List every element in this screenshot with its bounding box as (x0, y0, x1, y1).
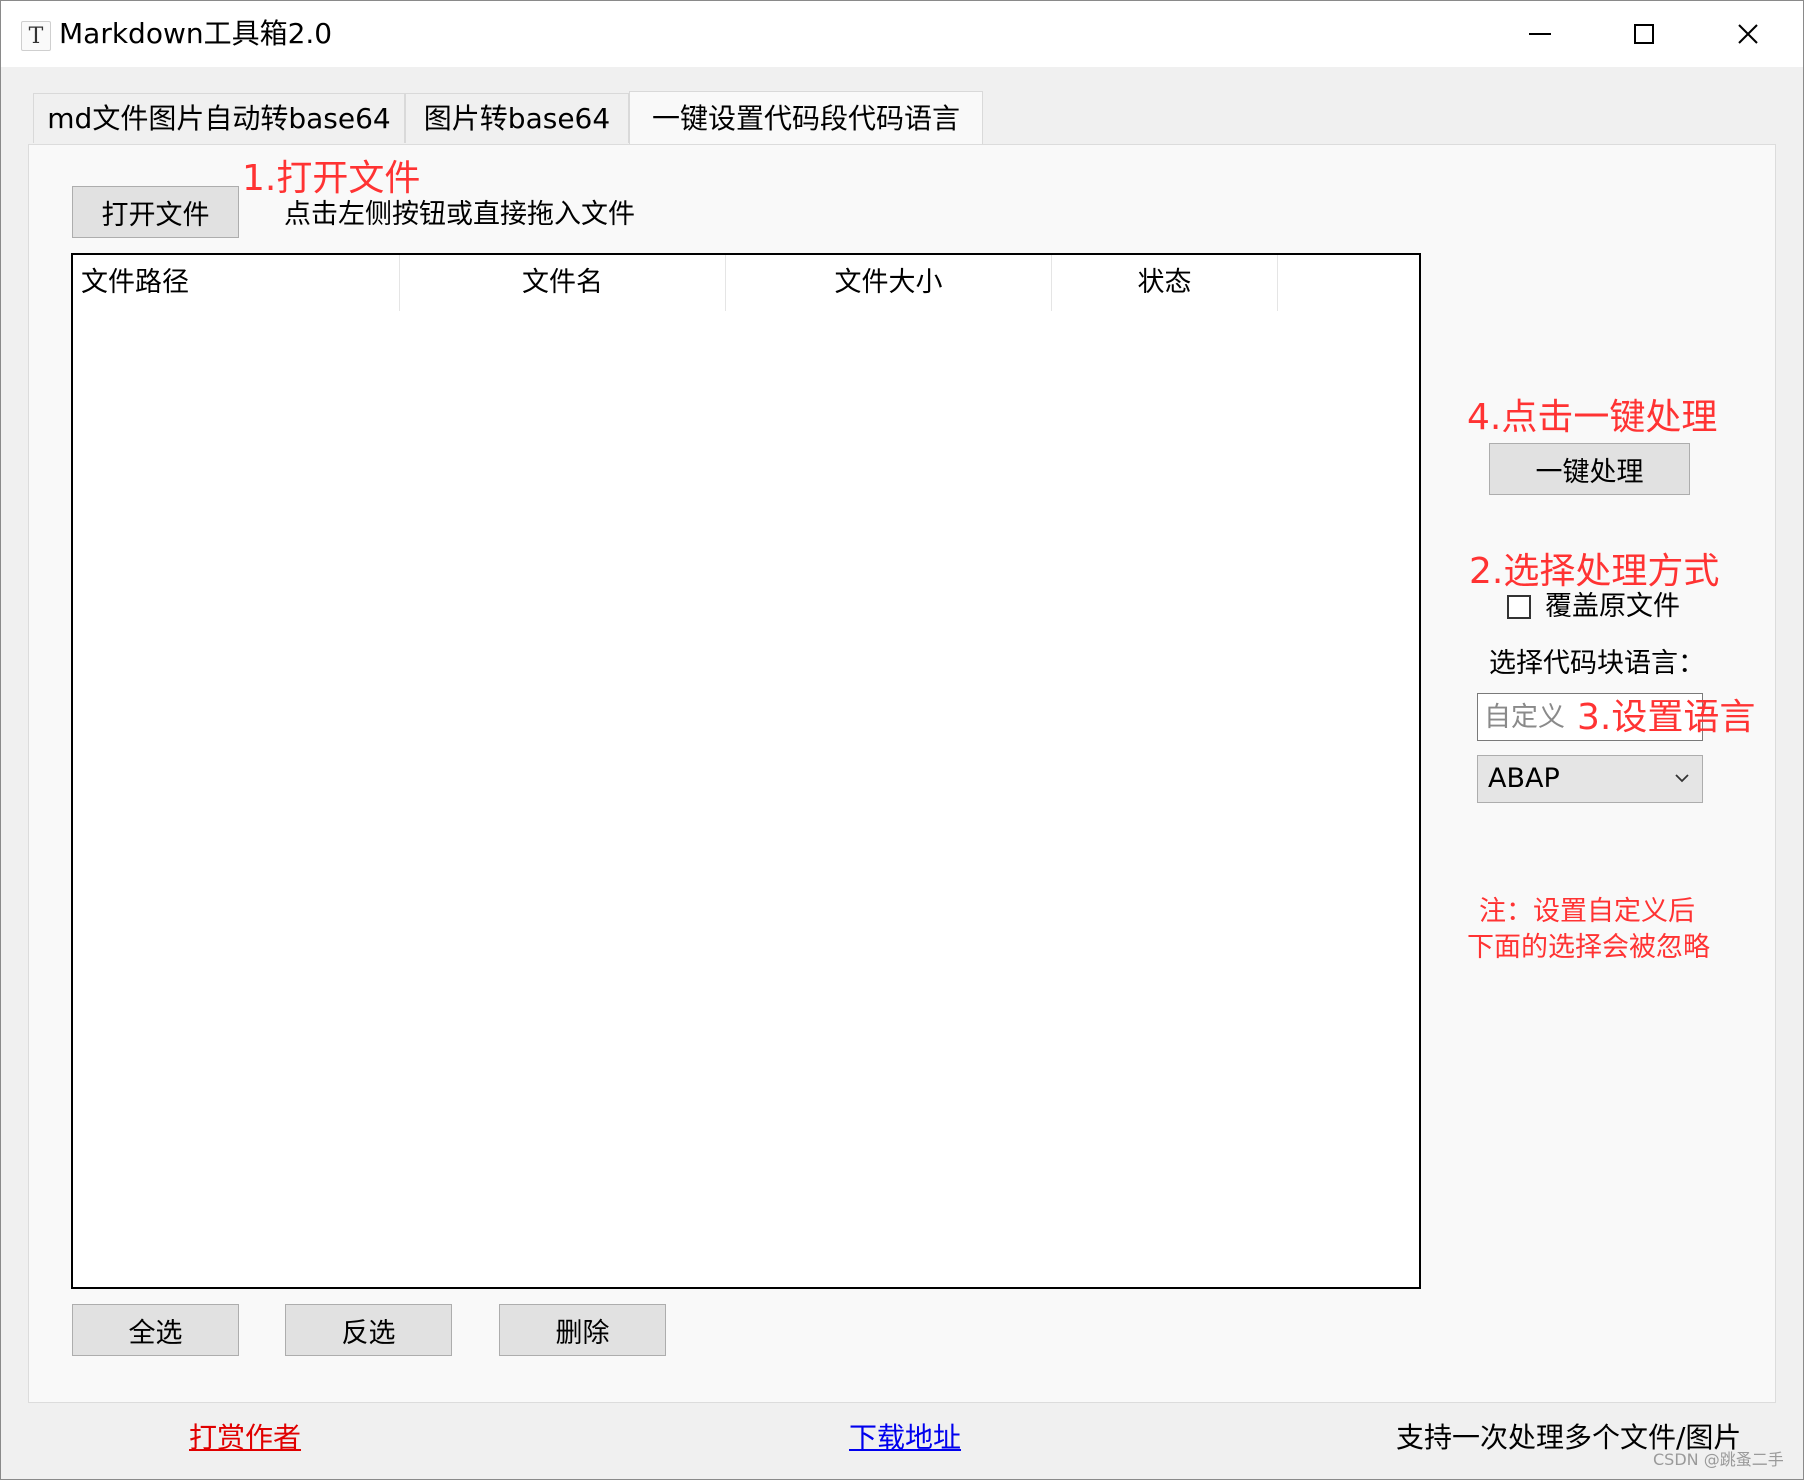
maximize-button[interactable] (1609, 9, 1679, 59)
select-all-button[interactable]: 全选 (72, 1304, 239, 1356)
column-header-name[interactable]: 文件名 (400, 255, 726, 311)
download-link[interactable]: 下载地址 (849, 1419, 961, 1457)
minimize-button[interactable] (1505, 9, 1575, 59)
close-icon (1738, 24, 1758, 44)
column-header-path[interactable]: 文件路径 (73, 255, 400, 311)
language-select[interactable]: ABAP (1477, 755, 1703, 803)
column-header-size[interactable]: 文件大小 (726, 255, 1052, 311)
annotation-step4: 4.点击一键处理 (1467, 397, 1718, 438)
close-button[interactable] (1713, 9, 1783, 59)
annotation-step1: 1.打开文件 (242, 158, 421, 199)
title-bar[interactable]: T Markdown工具箱2.0 (1, 1, 1803, 67)
overwrite-checkbox[interactable] (1507, 595, 1531, 619)
language-label: 选择代码块语言： (1489, 648, 1705, 679)
annotation-note-line2: 下面的选择会被忽略 (1467, 932, 1710, 963)
tab-image-base64[interactable]: 图片转base64 (405, 93, 629, 143)
maximize-icon (1634, 24, 1654, 44)
open-file-button[interactable]: 打开文件 (72, 186, 239, 238)
overwrite-label[interactable]: 覆盖原文件 (1545, 589, 1680, 625)
app-window: T Markdown工具箱2.0 md文件图片自动转base64 图片转base… (0, 0, 1804, 1480)
tab-md-image-base64[interactable]: md文件图片自动转base64 (33, 93, 405, 143)
annotation-step3: 3.设置语言 (1577, 697, 1756, 738)
file-list[interactable]: 文件路径 文件名 文件大小 状态 (71, 253, 1421, 1289)
annotation-note-line1: 注：设置自定义后 (1479, 896, 1695, 927)
window-title: Markdown工具箱2.0 (59, 17, 333, 50)
chevron-down-icon (1675, 774, 1689, 783)
watermark: CSDN @跳蚤二手 (1653, 1450, 1784, 1469)
column-header-status[interactable]: 状态 (1052, 255, 1278, 311)
donate-link[interactable]: 打赏作者 (189, 1419, 301, 1457)
process-button[interactable]: 一键处理 (1489, 443, 1690, 495)
language-select-value: ABAP (1488, 763, 1560, 794)
app-icon: T (21, 21, 51, 51)
delete-button[interactable]: 删除 (499, 1304, 666, 1356)
minimize-icon (1529, 33, 1551, 35)
invert-selection-button[interactable]: 反选 (285, 1304, 452, 1356)
tab-code-language[interactable]: 一键设置代码段代码语言 (629, 91, 983, 145)
open-file-hint: 点击左侧按钮或直接拖入文件 (284, 199, 635, 230)
